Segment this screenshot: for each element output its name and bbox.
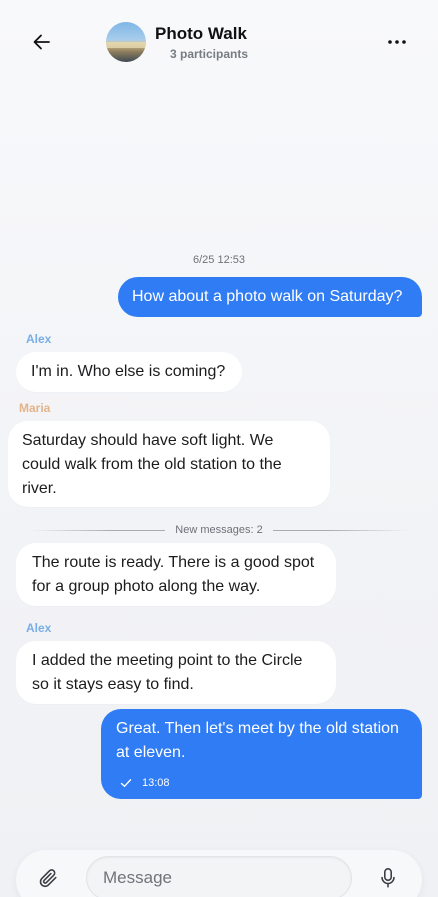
sender-name[interactable]: Maria bbox=[19, 401, 50, 415]
chat-header: Photo Walk 3 participants bbox=[0, 0, 438, 90]
sender-name[interactable]: Alex bbox=[26, 332, 51, 346]
message-text: I added the meeting point to the Circle … bbox=[32, 652, 303, 693]
more-horizontal-icon bbox=[388, 40, 406, 44]
sender-name[interactable]: Alex bbox=[26, 621, 51, 635]
microphone-button[interactable] bbox=[374, 864, 402, 892]
chat-timestamp: 6/25 12:53 bbox=[193, 254, 245, 266]
new-messages-label: New messages: 2 bbox=[175, 524, 263, 536]
chat-title[interactable]: Photo Walk bbox=[155, 24, 247, 44]
back-button[interactable] bbox=[24, 24, 60, 60]
more-options-button[interactable] bbox=[382, 28, 412, 56]
message-time: 13:08 bbox=[142, 777, 170, 789]
message-text: How about a photo walk on Saturday? bbox=[132, 288, 403, 305]
message-text: Saturday should have soft light. We coul… bbox=[22, 432, 282, 497]
arrow-left-icon bbox=[33, 34, 50, 50]
incoming-message[interactable]: I'm in. Who else is coming? bbox=[16, 352, 242, 392]
check-icon bbox=[120, 779, 132, 787]
incoming-message[interactable]: The route is ready. There is a good spot… bbox=[16, 543, 336, 606]
message-text: The route is ready. There is a good spot… bbox=[32, 554, 315, 595]
message-composer bbox=[16, 850, 422, 897]
incoming-message[interactable]: Saturday should have soft light. We coul… bbox=[8, 421, 330, 507]
message-meta: 13:08 bbox=[116, 771, 408, 795]
microphone-icon bbox=[381, 868, 395, 888]
message-input[interactable] bbox=[86, 856, 352, 897]
paperclip-icon bbox=[39, 869, 57, 888]
chat-screen: Photo Walk 3 participants 6/25 12:53 How… bbox=[0, 0, 438, 897]
new-messages-divider: New messages: 2 bbox=[30, 522, 408, 538]
incoming-message[interactable]: I added the meeting point to the Circle … bbox=[16, 641, 336, 704]
outgoing-message[interactable]: How about a photo walk on Saturday? bbox=[118, 277, 422, 317]
outgoing-message[interactable]: Great. Then let's meet by the old statio… bbox=[101, 709, 422, 799]
group-avatar[interactable] bbox=[106, 22, 146, 62]
attach-button[interactable] bbox=[34, 864, 62, 892]
participants-count: 3 participants bbox=[170, 47, 249, 61]
message-text: I'm in. Who else is coming? bbox=[31, 363, 226, 380]
message-text: Great. Then let's meet by the old statio… bbox=[116, 720, 399, 761]
